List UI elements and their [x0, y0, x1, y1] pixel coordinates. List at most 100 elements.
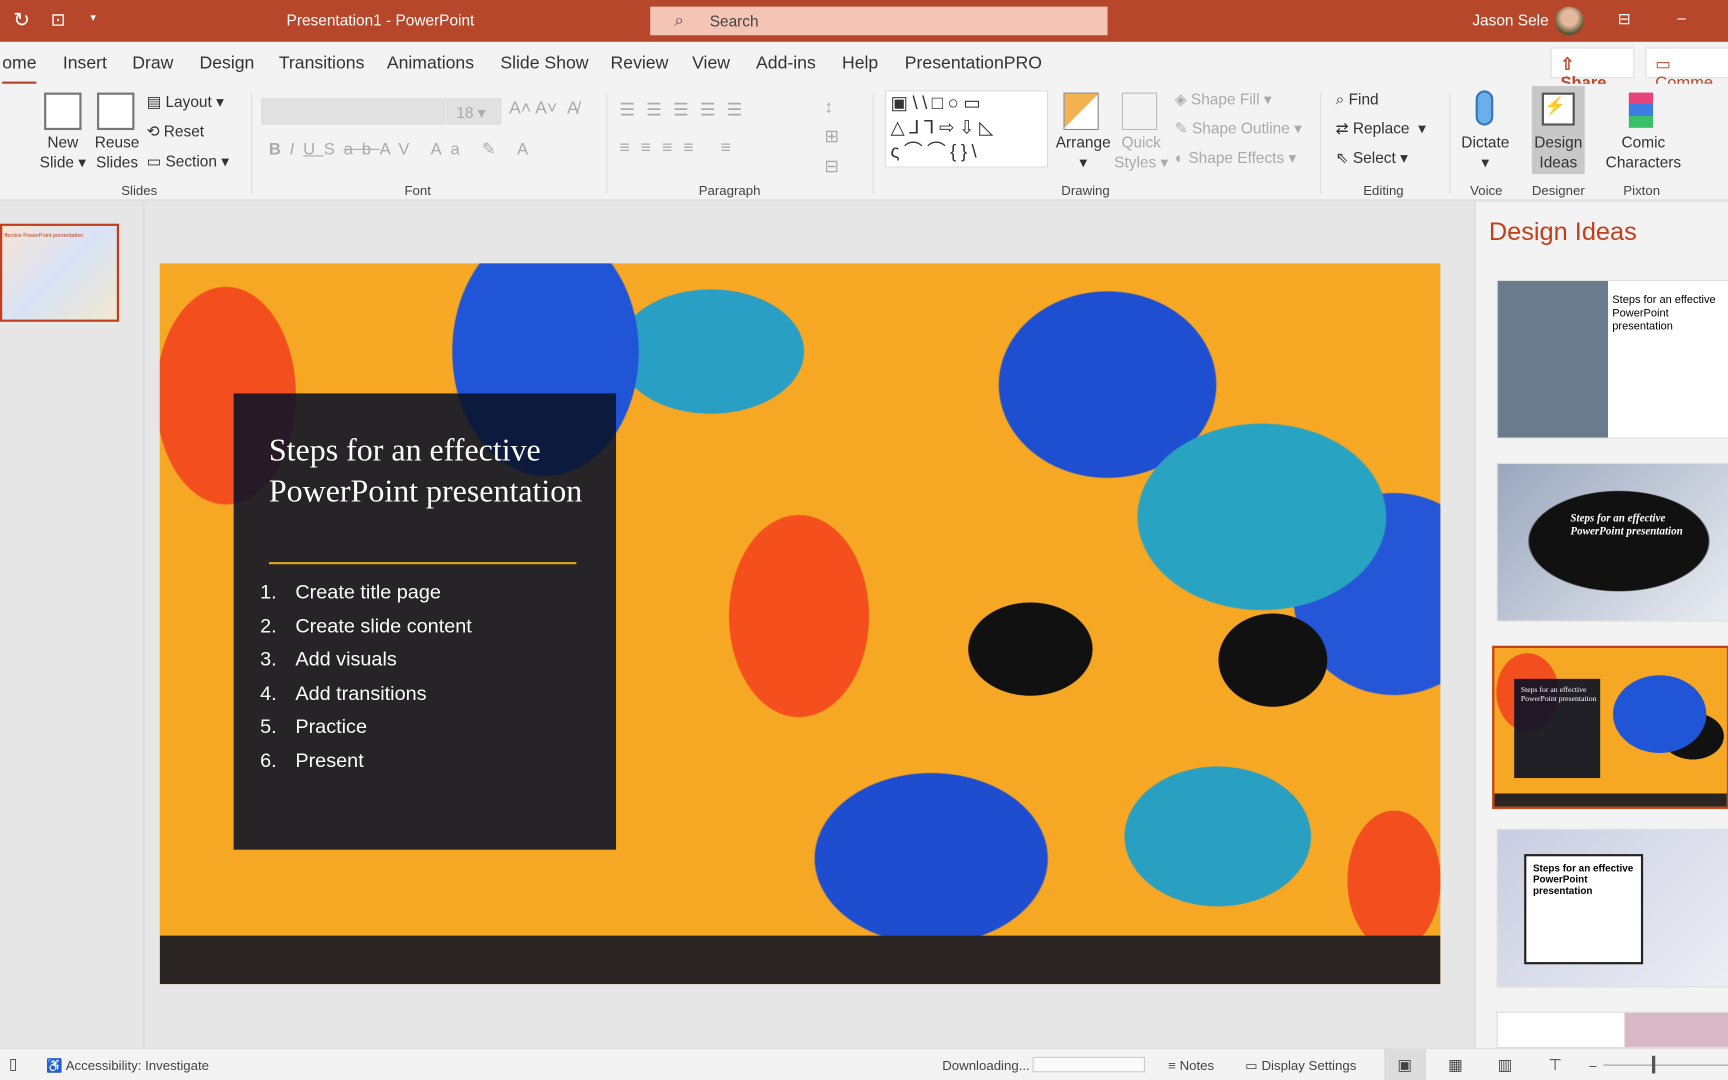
replace-button[interactable]: ⇄ Replace ▾	[1336, 119, 1426, 138]
slideshow-view-icon[interactable]: ⊤	[1548, 1056, 1561, 1075]
font-name-dropdown[interactable]	[261, 98, 446, 125]
ribbon: New Slide ▾ Reuse Slides ▤ Layout ▾ ⟲ Rese…	[0, 83, 1728, 201]
search-input[interactable]: ⌕ Search	[650, 6, 1108, 36]
microphone-icon	[1475, 90, 1494, 126]
accessibility-button[interactable]: ♿ Accessibility: Investigate	[46, 1058, 209, 1073]
display-settings-icon: ▭	[1245, 1057, 1258, 1074]
quick-styles-button[interactable]: Quick Styles ▾	[1114, 132, 1168, 172]
align-buttons[interactable]: ≡≡≡≡ ≡	[619, 139, 741, 159]
design-idea-3-selected[interactable]: Steps for an effective PowerPoint presen…	[1492, 645, 1728, 809]
design-idea-1[interactable]: Steps for an effective PowerPoint presen…	[1496, 279, 1728, 439]
tab-add-ins[interactable]: Add-ins	[756, 54, 816, 74]
zoom-slider-thumb[interactable]	[1651, 1055, 1656, 1074]
select-button[interactable]: ⇖ Select ▾	[1336, 149, 1408, 168]
ribbon-display-icon[interactable]: ⊟	[1618, 10, 1631, 29]
share-button[interactable]: ⇧ Share	[1550, 47, 1635, 93]
design-idea-4[interactable]: Steps for an effective PowerPoint presen…	[1496, 828, 1728, 988]
ribbon-tabs: ome Insert Draw Design Transitions Anima…	[0, 41, 1728, 93]
list-item: 4. Add transitions	[260, 681, 427, 704]
spellcheck-icon[interactable]: ▯	[9, 1055, 18, 1074]
shapes-gallery[interactable]: ▣\\□○▭ △⅃⅂⇨⇩◺ ς⌒⌒{}\	[884, 90, 1049, 168]
tab-view[interactable]: View	[692, 54, 730, 74]
group-label-font: Font	[404, 182, 431, 199]
text-direction-buttons[interactable]: ↕ ⊞ ⊟	[824, 93, 839, 182]
design-ideas-button[interactable]: ⚡ Design Ideas	[1531, 85, 1585, 175]
tab-slide-show[interactable]: Slide Show	[500, 54, 588, 74]
customize-toolbar-icon[interactable]: ▾	[90, 12, 96, 24]
tab-transitions[interactable]: Transitions	[279, 54, 365, 74]
comments-button[interactable]: ▭ Comme	[1645, 47, 1728, 93]
arrange-icon	[1063, 92, 1099, 131]
list-item: 3. Add visuals	[260, 648, 397, 671]
start-slideshow-icon[interactable]: ⊡	[51, 9, 66, 31]
group-label-designer: Designer	[1531, 182, 1585, 199]
zoom-out-icon[interactable]: –	[1589, 1058, 1596, 1073]
title-textbox[interactable]: Steps for an effective PowerPoint presen…	[233, 393, 617, 850]
font-format-buttons[interactable]: BIUSabAV Aa ✎ A	[269, 139, 537, 159]
design-idea-2[interactable]: Steps for an effective PowerPoint presen…	[1496, 462, 1728, 622]
new-slide-icon	[44, 92, 82, 131]
tab-insert[interactable]: Insert	[63, 54, 107, 74]
downloading-status: Downloading...	[942, 1057, 1030, 1074]
list-item: 1. Create title page	[260, 580, 441, 603]
tab-presentationpro[interactable]: PresentationPRO	[905, 54, 1042, 74]
replace-icon: ⇄	[1335, 119, 1349, 137]
group-label-pixton: Pixton	[1623, 182, 1661, 199]
slide-sorter-icon[interactable]: ▦	[1448, 1056, 1463, 1075]
font-size-dropdown[interactable]: 18 ▾	[446, 98, 502, 125]
list-buttons[interactable]: ☰☰☰☰☰	[619, 99, 753, 121]
dictate-button[interactable]: Dictate ▾	[1461, 132, 1509, 172]
normal-view-icon[interactable]: ▣	[1384, 1049, 1427, 1080]
tab-animations[interactable]: Animations	[387, 54, 474, 74]
notes-icon: ≡	[1168, 1057, 1176, 1074]
shape-fill-button[interactable]: ◈ Shape Fill ▾	[1175, 90, 1272, 109]
tab-help[interactable]: Help	[842, 54, 878, 74]
select-icon: ⇖	[1335, 148, 1349, 167]
font-size-controls[interactable]: A˄ A˅ A̸	[509, 99, 579, 119]
pixton-icon	[1628, 92, 1654, 128]
download-progress-bar	[1032, 1056, 1146, 1073]
tab-design[interactable]: Design	[199, 54, 254, 74]
slide-thumbnail-pane: ffective PowerPoint presentation	[0, 201, 145, 1049]
design-idea-5[interactable]	[1496, 1011, 1728, 1049]
reset-button[interactable]: ⟲ Reset	[147, 122, 205, 141]
group-label-voice: Voice	[1470, 182, 1503, 199]
slide-bullet-list[interactable]: 1. Create title page 2. Create slide conte…	[260, 581, 472, 783]
arrange-button[interactable]: Arrange ▾	[1056, 132, 1111, 172]
status-bar: ▯ ♿ Accessibility: Investigate Downloadi…	[0, 1048, 1728, 1080]
find-button[interactable]: ⌕ Find	[1336, 90, 1379, 109]
notes-button[interactable]: ≡ Notes	[1168, 1058, 1214, 1073]
group-label-drawing: Drawing	[1061, 182, 1110, 199]
design-ideas-icon: ⚡	[1541, 92, 1575, 126]
tab-draw[interactable]: Draw	[132, 54, 173, 74]
display-settings-button[interactable]: ▭ Display Settings	[1245, 1058, 1356, 1073]
avatar[interactable]	[1554, 6, 1584, 36]
shape-outline-button[interactable]: ✎ Shape Outline ▾	[1175, 119, 1302, 138]
list-item: 6. Present	[260, 749, 364, 772]
tab-review[interactable]: Review	[611, 54, 669, 74]
slide-thumbnail-1[interactable]: ffective PowerPoint presentation	[0, 223, 120, 322]
layout-button[interactable]: ▤ Layout ▾	[147, 93, 224, 112]
list-item: 2. Create slide content	[260, 614, 472, 637]
group-label-paragraph: Paragraph	[698, 182, 761, 199]
group-label-editing: Editing	[1363, 182, 1404, 199]
redo-icon[interactable]: ↻	[13, 9, 30, 32]
search-placeholder: Search	[709, 12, 759, 30]
reuse-slides-button[interactable]: Reuse Slides	[95, 132, 140, 172]
zoom-slider[interactable]	[1603, 1064, 1728, 1066]
minimize-icon[interactable]: –	[1677, 9, 1686, 27]
list-item: 5. Practice	[260, 715, 368, 738]
new-slide-button[interactable]: New Slide ▾	[40, 132, 86, 172]
user-name[interactable]: Jason Sele	[1472, 11, 1548, 29]
search-icon: ⌕	[674, 11, 684, 30]
accessibility-icon: ♿	[46, 1057, 63, 1074]
slide-title[interactable]: Steps for an effective PowerPoint presen…	[269, 431, 600, 513]
section-button[interactable]: ▭ Section ▾	[147, 152, 229, 171]
reading-view-icon[interactable]: ▥	[1498, 1056, 1513, 1075]
group-label-slides: Slides	[121, 182, 158, 199]
shape-effects-button[interactable]: ◐ Shape Effects ▾	[1175, 149, 1296, 168]
tab-home[interactable]: ome	[2, 54, 37, 85]
title-bar: ↻ ⊡ ▾ Presentation1 - PowerPoint ⌕ Search…	[0, 0, 1728, 42]
slide-canvas[interactable]: Steps for an effective PowerPoint presen…	[159, 263, 1441, 985]
comic-characters-button[interactable]: Comic Characters	[1606, 132, 1681, 172]
